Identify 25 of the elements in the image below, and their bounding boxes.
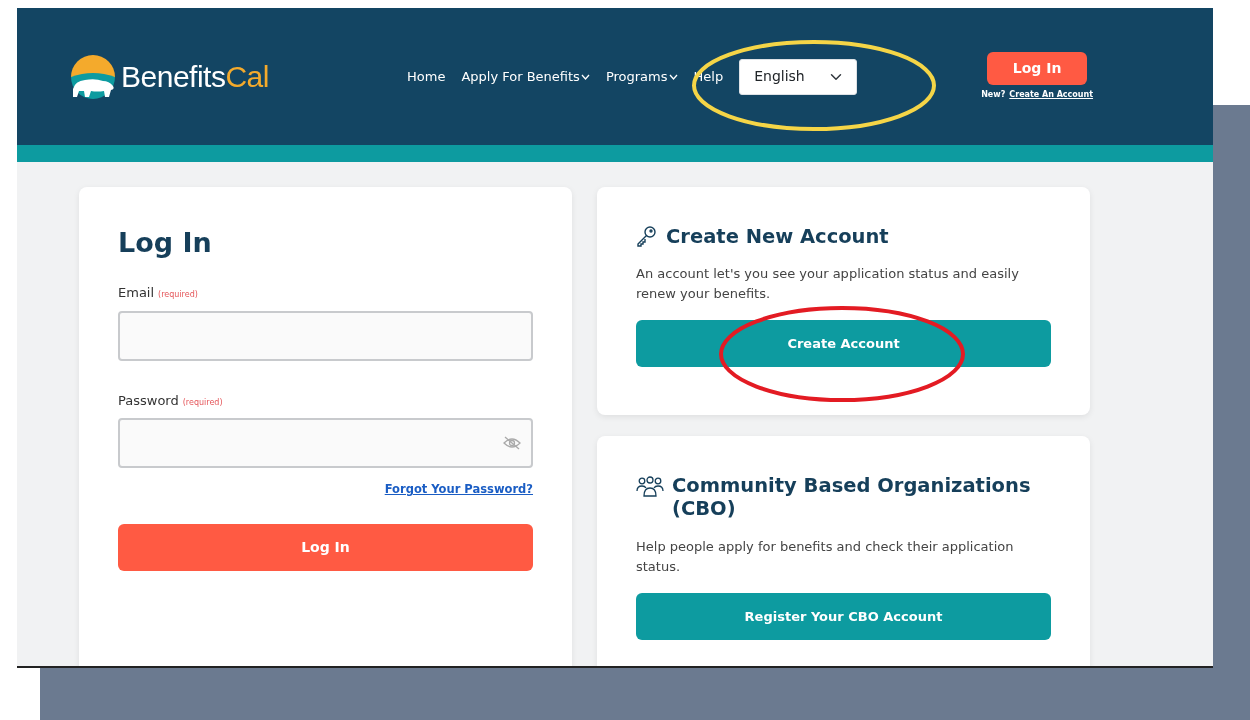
nav-link[interactable]: Apply For Benefits bbox=[461, 66, 590, 87]
forgot-password-link[interactable]: Forgot Your Password? bbox=[384, 482, 533, 497]
logo-text[interactable]: BenefitsCal bbox=[121, 54, 269, 99]
eye-slash-icon[interactable] bbox=[503, 436, 521, 451]
chevron-down-icon[interactable] bbox=[668, 73, 678, 80]
bear-logo-icon bbox=[69, 52, 117, 101]
field-label: Email bbox=[118, 284, 155, 303]
people-icon bbox=[636, 476, 664, 498]
card-description: Help people apply for benefits and check their application status. bbox=[636, 537, 1015, 576]
language-select[interactable]: English bbox=[739, 58, 858, 95]
required-note: (required) bbox=[182, 396, 223, 409]
card-title: Log In bbox=[118, 227, 213, 260]
card-title: Create New Account bbox=[666, 225, 889, 249]
email-field[interactable] bbox=[118, 310, 533, 361]
required-note: (required) bbox=[158, 289, 198, 302]
card-description: An account let's you see your application status and easily renew your benefits. bbox=[636, 265, 1020, 304]
create-account-link[interactable]: Create An Account bbox=[1009, 89, 1094, 101]
field-label: Password bbox=[118, 391, 179, 410]
password-field[interactable] bbox=[118, 418, 533, 469]
nav-link[interactable]: Programs bbox=[605, 66, 678, 87]
key-icon bbox=[636, 225, 658, 247]
card-title: Community Based Organizations (CBO) bbox=[672, 474, 1032, 521]
nav-link[interactable]: Home bbox=[407, 66, 446, 87]
new-prompt: New? bbox=[981, 89, 1006, 101]
chevron-down-icon[interactable] bbox=[580, 73, 590, 80]
